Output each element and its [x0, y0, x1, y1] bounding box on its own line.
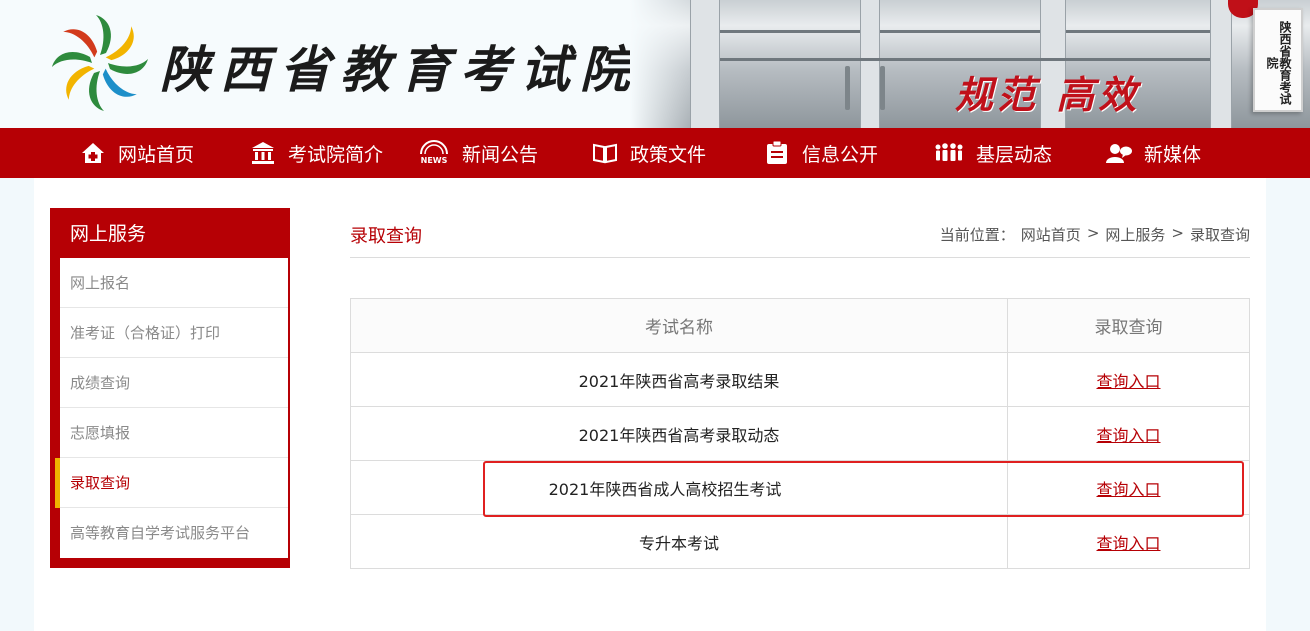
- clipboard-icon: [764, 140, 790, 166]
- breadcrumb-home-link[interactable]: 网站首页: [1021, 224, 1081, 245]
- table-row: 专升本考试 查询入口: [350, 514, 1250, 569]
- exam-name-cell: 2021年陕西省高考录取动态: [350, 406, 1008, 461]
- query-entry-link[interactable]: 查询入口: [1096, 480, 1160, 499]
- nav-item-news[interactable]: NEWS 新闻公告: [418, 128, 538, 178]
- sidebar-item-online-registration[interactable]: 网上报名: [60, 258, 288, 308]
- nav-item-about[interactable]: 考试院简介: [250, 128, 383, 178]
- table-row: 2021年陕西省成人高校招生考试 查询入口: [350, 460, 1250, 515]
- breadcrumb-current: 录取查询: [1189, 226, 1250, 244]
- breadcrumb-separator: >: [1086, 224, 1100, 242]
- nav-item-home[interactable]: 网站首页: [80, 128, 194, 178]
- sidebar-title: 网上服务: [70, 223, 147, 245]
- breadcrumb-online-service-link[interactable]: 网上服务: [1105, 224, 1165, 245]
- nav-item-label: 新闻公告: [462, 143, 539, 166]
- home-icon: [80, 140, 106, 166]
- exam-name-cell: 2021年陕西省成人高校招生考试: [350, 460, 1008, 515]
- column-header-exam-name: 考试名称: [350, 298, 1008, 353]
- table-header-row: 考试名称 录取查询: [350, 298, 1250, 353]
- table-row: 2021年陕西省高考录取动态 查询入口: [350, 406, 1250, 461]
- sidebar: 网上服务 网上报名 准考证（合格证）打印 成绩查询 志愿填报 录取查询 高等教育…: [50, 208, 290, 568]
- logo-icon: [52, 15, 148, 111]
- name-plaque: 陕西省教育考试院: [1253, 8, 1303, 112]
- exam-name-cell: 2021年陕西省高考录取结果: [350, 352, 1008, 407]
- table-row: 2021年陕西省高考录取结果 查询入口: [350, 352, 1250, 407]
- breadcrumb-prefix: 当前位置：: [939, 226, 1015, 244]
- nav-item-label: 信息公开: [802, 143, 879, 166]
- nav-item-label: 新媒体: [1144, 143, 1202, 166]
- query-entry-link[interactable]: 查询入口: [1096, 426, 1160, 445]
- site-title: 陕西省教育考试院: [160, 40, 640, 99]
- query-entry-link[interactable]: 查询入口: [1096, 534, 1160, 553]
- nav-item-label: 基层动态: [976, 143, 1053, 166]
- admission-query-table: 考试名称 录取查询 2021年陕西省高考录取结果 查询入口 2021年陕西省高考…: [350, 298, 1250, 569]
- user-chat-icon: [1106, 140, 1132, 166]
- news-icon-text: NEWS: [421, 156, 448, 165]
- sidebar-item-admission-query[interactable]: 录取查询: [55, 458, 288, 508]
- breadcrumb-separator: >: [1171, 224, 1184, 242]
- sidebar-item-score-query[interactable]: 成绩查询: [60, 358, 288, 408]
- query-entry-link[interactable]: 查询入口: [1096, 372, 1160, 391]
- slogan: 规范 高效: [955, 72, 1141, 117]
- column-header-query: 录取查询: [1007, 298, 1250, 353]
- exam-name-cell: 专升本考试: [350, 514, 1008, 569]
- book-icon: [592, 140, 618, 166]
- nav-item-policy[interactable]: 政策文件: [592, 128, 706, 178]
- plaque-text: 陕西省教育考试院: [1265, 21, 1292, 105]
- building-icon: [250, 140, 276, 166]
- nav-item-label: 政策文件: [630, 143, 707, 166]
- sidebar-item-self-study-platform[interactable]: 高等教育自学考试服务平台: [60, 508, 288, 558]
- nav-item-media[interactable]: 新媒体: [1106, 128, 1201, 178]
- sidebar-item-application-filling[interactable]: 志愿填报: [60, 408, 288, 458]
- main-nav: 网站首页 考试院简介 NEWS 新闻公告 政策文件 信息公开 基层动态 新媒体: [0, 128, 1310, 178]
- nav-item-local[interactable]: 基层动态: [934, 128, 1052, 178]
- news-icon: NEWS: [418, 140, 450, 166]
- people-icon: [934, 140, 964, 166]
- sidebar-item-admission-ticket-print[interactable]: 准考证（合格证）打印: [60, 308, 288, 358]
- breadcrumb: 当前位置： 网站首页 > 网上服务 > 录取查询: [940, 224, 1250, 245]
- nav-item-disclosure[interactable]: 信息公开: [764, 128, 878, 178]
- nav-item-label: 考试院简介: [288, 143, 384, 166]
- sidebar-list: 网上报名 准考证（合格证）打印 成绩查询 志愿填报 录取查询 高等教育自学考试服…: [55, 258, 288, 558]
- divider: [350, 257, 1250, 258]
- page-title: 录取查询: [350, 226, 422, 247]
- nav-item-label: 网站首页: [118, 143, 195, 166]
- header-banner: 陕西省教育考试院 规范 高效 陕西省教育考试院: [0, 0, 1310, 128]
